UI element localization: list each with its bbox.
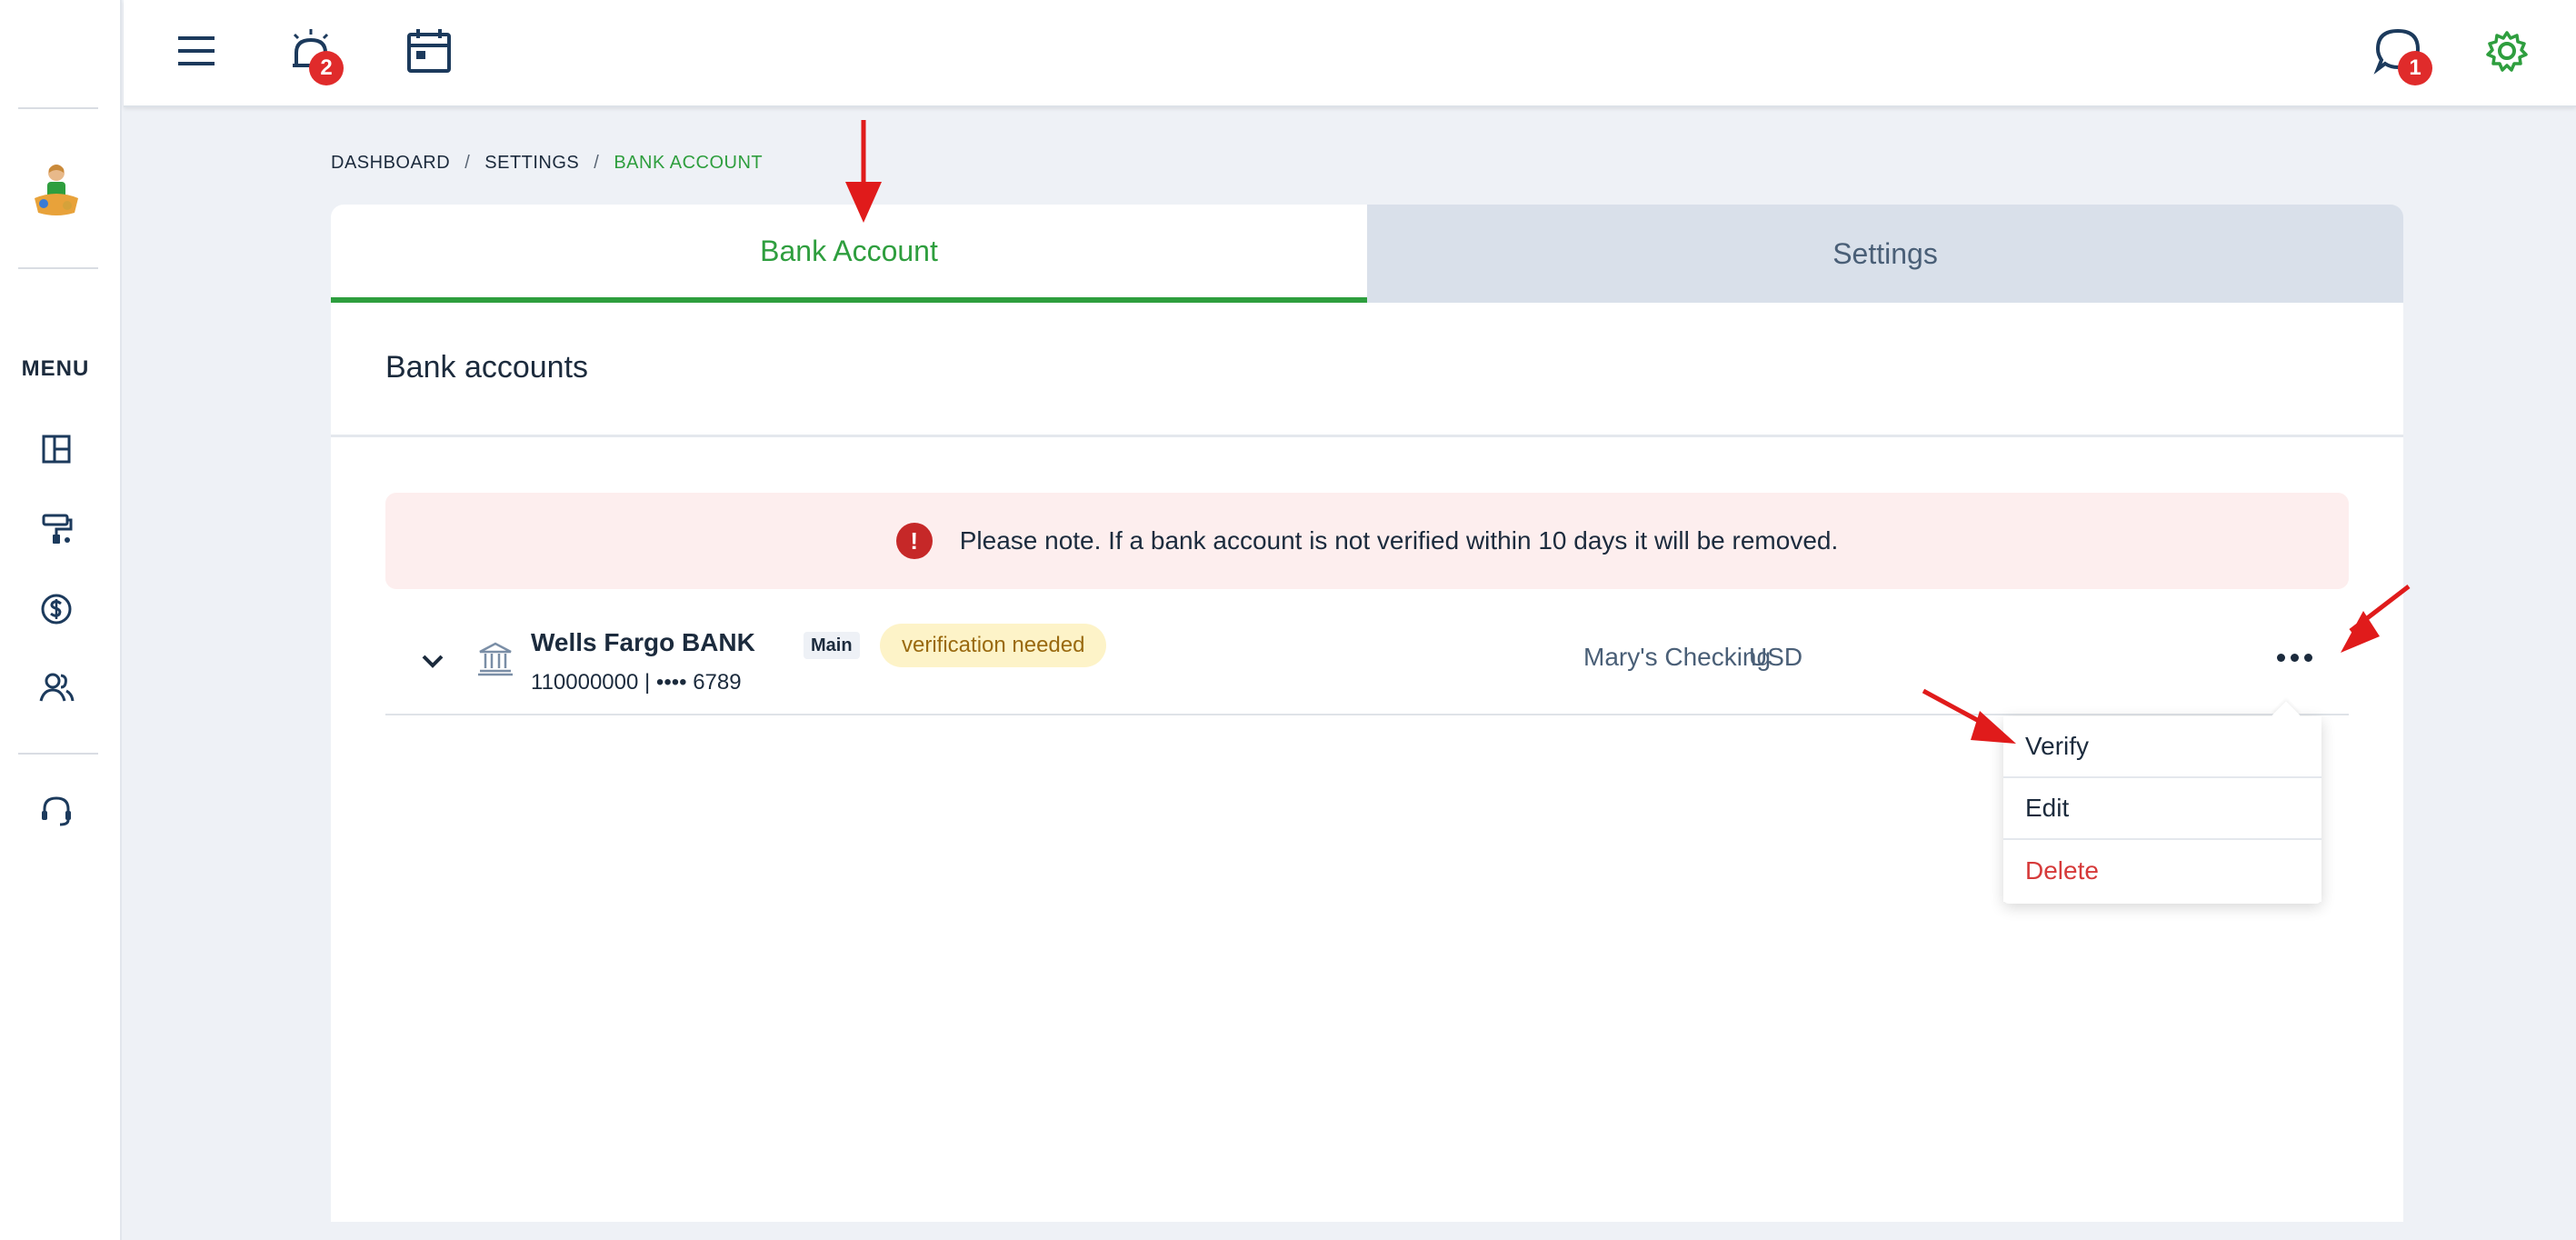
chevron-down-icon[interactable]: [416, 645, 449, 677]
menu-item-verify[interactable]: Verify: [2003, 716, 2321, 778]
account-number: 110000000 | •••• 6789: [531, 670, 742, 695]
breadcrumb-settings[interactable]: SETTINGS: [484, 153, 579, 174]
verification-alert: ! Please note. If a bank account is not …: [385, 493, 2349, 589]
more-options-button[interactable]: [2271, 635, 2318, 679]
verification-status-badge: verification needed: [880, 624, 1107, 667]
alarm-icon[interactable]: 2: [285, 25, 344, 85]
hamburger-menu-icon[interactable]: [171, 25, 222, 76]
ellipsis-dot: [2303, 653, 2312, 662]
dollar-circle-icon[interactable]: [36, 589, 76, 629]
menu-item-edit[interactable]: Edit: [2003, 778, 2321, 840]
sidebar: MENU: [0, 0, 122, 1240]
chat-badge: 1: [2398, 51, 2432, 85]
paint-roller-icon[interactable]: [36, 509, 76, 549]
tab-bank-account[interactable]: Bank Account: [331, 205, 1367, 303]
headset-icon[interactable]: [36, 791, 76, 831]
alert-text: Please note. If a bank account is not ve…: [959, 526, 1839, 555]
account-nickname: Mary's Checking: [1583, 643, 1772, 671]
breadcrumb-separator: /: [594, 153, 600, 173]
tab-bar: Bank Account Settings: [331, 205, 2403, 303]
alarm-badge: 2: [309, 51, 344, 85]
sidebar-divider: [18, 753, 98, 755]
breadcrumb: DASHBOARD / SETTINGS / BANK ACCOUNT: [331, 153, 763, 174]
menu-item-delete[interactable]: Delete: [2003, 840, 2321, 902]
settings-gear-icon[interactable]: [2481, 25, 2532, 76]
breadcrumb-separator: /: [464, 153, 471, 173]
users-icon[interactable]: [36, 667, 76, 707]
bank-name: Wells Fargo BANK: [531, 628, 755, 656]
sidebar-divider: [18, 107, 98, 109]
calendar-icon[interactable]: [404, 25, 454, 76]
card-divider: [331, 435, 2403, 437]
bank-account-row: Wells Fargo BANK Main verification neede…: [385, 612, 2349, 715]
dashboard-icon[interactable]: [36, 429, 76, 469]
ellipsis-dot: [2290, 653, 2299, 662]
chat-icon[interactable]: 1: [2372, 25, 2432, 85]
breadcrumb-dashboard[interactable]: DASHBOARD: [331, 153, 450, 174]
card-title: Bank accounts: [385, 350, 589, 385]
exclamation-icon: !: [895, 523, 933, 559]
main-badge: Main: [804, 632, 860, 659]
topbar: 2 1: [124, 0, 2576, 107]
account-currency: USD: [1749, 643, 1803, 671]
account-actions-menu: Verify Edit Delete: [2003, 716, 2321, 904]
bank-building-icon: [476, 639, 514, 677]
avatar[interactable]: [31, 162, 82, 225]
breadcrumb-bank-account: BANK ACCOUNT: [614, 153, 764, 173]
sidebar-divider: [18, 267, 98, 269]
menu-label: MENU: [21, 356, 90, 381]
ellipsis-dot: [2276, 653, 2285, 662]
tab-settings[interactable]: Settings: [1367, 205, 2403, 303]
